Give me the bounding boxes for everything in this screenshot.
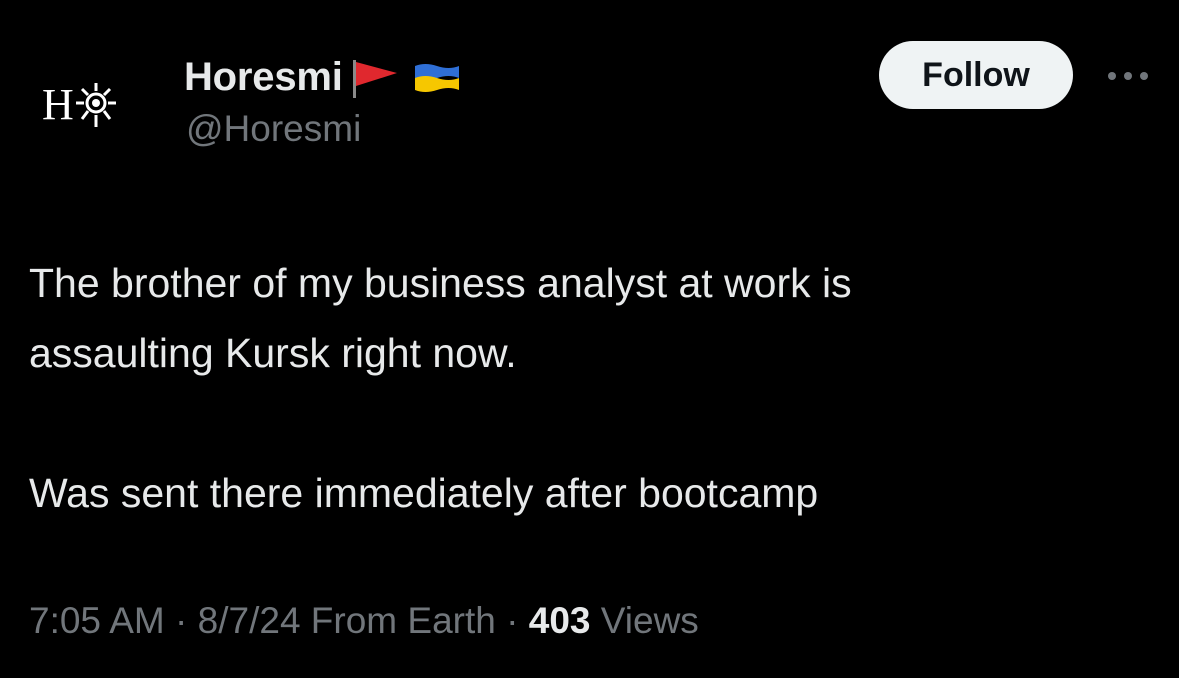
ukraine-flag-icon [414, 64, 459, 92]
author-display-name[interactable]: Horesmi [184, 55, 343, 100]
tweet-meta: 7:05 AM · 8/7/24 From Earth · 403 Views [29, 600, 699, 642]
views-label: Views [590, 600, 699, 641]
more-options-button[interactable] [1100, 58, 1156, 94]
red-flag-icon [352, 60, 397, 98]
tweet-text-line: assaulting Kursk right now. [29, 330, 517, 376]
avatar[interactable]: H [42, 70, 152, 140]
tweet-text-line: Was sent there immediately after bootcam… [29, 470, 819, 516]
author-handle[interactable]: @Horesmi [186, 108, 361, 150]
tweet-card: H Horesmi @Horesmi Follow The brother of… [0, 0, 1179, 678]
tweet-text-line: The brother of my business analyst at wo… [29, 260, 852, 306]
meta-separator: · [164, 600, 198, 641]
follow-button[interactable]: Follow [879, 41, 1073, 109]
tweet-location: From Earth [300, 600, 496, 641]
tweet-text: The brother of my business analyst at wo… [29, 248, 1149, 528]
author-name-row: Horesmi [184, 52, 461, 102]
avatar-letter: H [42, 80, 74, 129]
more-dots-icon [1108, 72, 1148, 80]
tweet-time[interactable]: 7:05 AM [29, 600, 165, 641]
views-count[interactable]: 403 [529, 600, 591, 641]
tweet-date[interactable]: 8/7/24 [198, 600, 301, 641]
meta-separator: · [495, 600, 529, 641]
sun-emblem-icon [75, 83, 116, 127]
